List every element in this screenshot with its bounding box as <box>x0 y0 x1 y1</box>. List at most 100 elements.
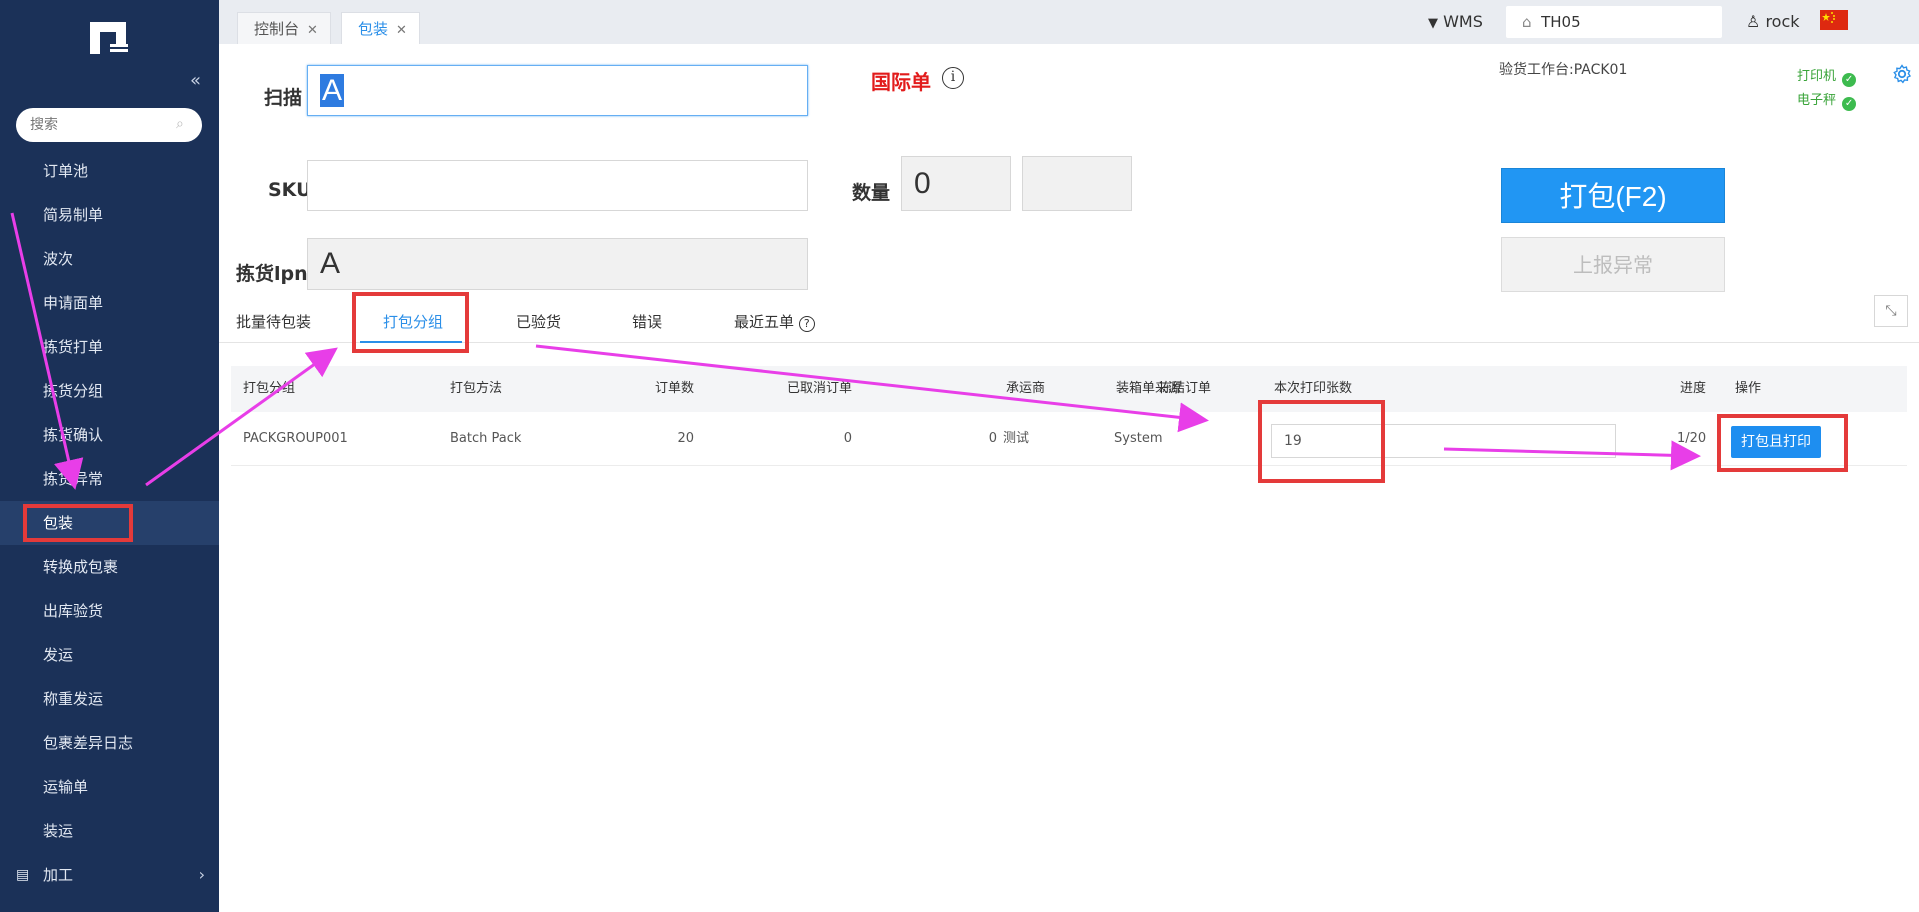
report-exception-button[interactable]: 上报异常 <box>1501 237 1725 292</box>
frozen-cell: 0 <box>988 431 997 446</box>
sidebar: « ⌕ 订单池 简易制单 波次 申请面单 拣货打单 拣货分组 拣货确认 拣货异常… <box>0 0 219 912</box>
sidebar-item-shipping[interactable]: 发运 <box>0 633 219 677</box>
system-name: WMS <box>1443 12 1483 31</box>
sidebar-item-pick-confirm[interactable]: 拣货确认 <box>0 413 219 457</box>
quantity-label: 数量 <box>852 182 891 204</box>
sidebar-item-label: 发运 <box>43 646 74 664</box>
sidebar-item-processing[interactable]: ▤ 加工 › <box>0 853 219 897</box>
tab-packing[interactable]: 包装 ✕ <box>341 12 420 44</box>
workstation-label: 验货工作台:PACK01 <box>1499 62 1628 78</box>
sku-input[interactable] <box>307 160 808 211</box>
sidebar-item-label: 订单池 <box>43 162 89 180</box>
sidebar-item-label: 拣货确认 <box>43 426 104 444</box>
pack-group-table: 打包分组 打包方法 订单数 已取消订单 冻结订单 承运商 装箱单来源 本次打印张… <box>231 366 1907 466</box>
gear-icon[interactable] <box>1892 64 1912 84</box>
tab-errors[interactable]: 错误 <box>632 311 662 332</box>
scan-input[interactable]: A <box>307 65 808 116</box>
quantity-input[interactable]: 0 <box>901 156 1011 211</box>
orders-cell: 20 <box>677 431 694 446</box>
close-icon[interactable]: ✕ <box>307 23 318 38</box>
warehouse-name: TH05 <box>1541 13 1581 31</box>
sidebar-item-label: 转换成包裹 <box>43 558 119 576</box>
tab-recent-five[interactable]: 最近五单 ? <box>734 311 815 332</box>
column-header: 已取消订单 <box>786 381 852 396</box>
system-switcher[interactable]: ▼ WMS <box>1428 0 1483 44</box>
check-icon: ✓ <box>1842 97 1857 111</box>
caret-down-icon: ▼ <box>1428 16 1438 31</box>
warehouse-selector[interactable]: ⌂ TH05 <box>1506 6 1722 38</box>
user-icon: ♙ <box>1746 12 1761 31</box>
scan-input-value: A <box>320 74 345 107</box>
pick-lpn-label: 拣货lpn <box>236 263 308 285</box>
tab-label: 最近五单 <box>734 313 795 331</box>
collapse-sidebar-icon[interactable]: « <box>190 70 201 91</box>
sidebar-item-wave[interactable]: 波次 <box>0 237 219 281</box>
sidebar-item-label: 运输单 <box>43 778 89 796</box>
sidebar-item-pick-exception[interactable]: 拣货异常 <box>0 457 219 501</box>
sidebar-item-request-label[interactable]: 申请面单 <box>0 281 219 325</box>
column-header: 操作 <box>1735 381 1762 396</box>
sidebar-item-transport-order[interactable]: 运输单 <box>0 765 219 809</box>
column-header: 打包方法 <box>450 381 503 396</box>
home-icon: ⌂ <box>1522 13 1532 31</box>
sidebar-item-pick-group[interactable]: 拣货分组 <box>0 369 219 413</box>
printer-label: 打印机 <box>1797 69 1837 84</box>
column-header: 打包分组 <box>243 381 296 396</box>
sidebar-item-label: 包裹差异日志 <box>43 734 134 752</box>
table-header: 打包分组 打包方法 订单数 已取消订单 冻结订单 承运商 装箱单来源 本次打印张… <box>231 366 1907 412</box>
help-icon[interactable]: ? <box>798 316 815 332</box>
close-icon[interactable]: ✕ <box>396 23 407 38</box>
user-menu[interactable]: ♙ rock <box>1746 0 1800 44</box>
sidebar-item-packing[interactable]: 包装 <box>0 501 219 545</box>
progress-cell: 1/20 <box>1677 431 1707 446</box>
tab-label: 包装 <box>358 20 389 38</box>
sub-tabs: 批量待包装 打包分组 已验货 错误 最近五单 ? <box>219 295 1919 343</box>
scale-label: 电子秤 <box>1797 93 1837 108</box>
collapse-panel-icon[interactable]: ⤡ <box>1874 295 1908 327</box>
sidebar-item-label: 拣货异常 <box>43 470 104 488</box>
user-name: rock <box>1765 12 1800 31</box>
sidebar-item-weigh-ship[interactable]: 称重发运 <box>0 677 219 721</box>
info-icon[interactable]: i <box>942 67 964 89</box>
column-header: 装箱单来源 <box>1116 381 1182 396</box>
sidebar-item-loading[interactable]: 装运 <box>0 809 219 853</box>
sidebar-item-label: 拣货分组 <box>43 382 104 400</box>
sidebar-item-label: 加工 <box>43 866 74 884</box>
sidebar-item-convert-package[interactable]: 转换成包裹 <box>0 545 219 589</box>
sidebar-item-order-pool[interactable]: 订单池 <box>0 149 219 193</box>
tab-checked[interactable]: 已验货 <box>516 311 561 332</box>
group-cell: PACKGROUP001 <box>243 431 348 446</box>
highlight-box <box>1258 400 1385 483</box>
sidebar-item-label: 出库验货 <box>43 602 104 620</box>
sidebar-item-label: 波次 <box>43 250 74 268</box>
pack-button[interactable]: 打包(F2) <box>1501 168 1725 223</box>
column-header: 订单数 <box>654 381 694 396</box>
check-icon: ✓ <box>1842 73 1857 87</box>
highlight-box <box>352 292 469 353</box>
china-flag-icon[interactable] <box>1820 10 1848 30</box>
order-type-label: 国际单 <box>871 70 931 94</box>
sidebar-search-input[interactable] <box>16 108 202 142</box>
app-logo-icon[interactable] <box>86 20 132 56</box>
quantity-extra-input[interactable] <box>1022 156 1132 211</box>
method-cell: Batch Pack <box>450 431 522 446</box>
tab-batch-pending[interactable]: 批量待包装 <box>236 311 311 332</box>
sidebar-menu: 订单池 简易制单 波次 申请面单 拣货打单 拣货分组 拣货确认 拣货异常 包装 … <box>0 149 219 897</box>
table-row[interactable]: PACKGROUP001 Batch Pack 20 0 0 测试 System… <box>231 412 1907 466</box>
tab-console[interactable]: 控制台 ✕ <box>237 12 331 44</box>
highlight-box <box>23 504 133 542</box>
column-header: 承运商 <box>1006 381 1046 396</box>
pick-lpn-value: A <box>320 247 341 280</box>
scale-status: 电子秤 ✓ <box>1797 89 1857 111</box>
document-icon: ▤ <box>16 867 30 883</box>
sidebar-item-package-diff-log[interactable]: 包裹差异日志 <box>0 721 219 765</box>
search-icon[interactable]: ⌕ <box>176 116 184 132</box>
sidebar-item-simple-order[interactable]: 简易制单 <box>0 193 219 237</box>
sidebar-item-outbound-check[interactable]: 出库验货 <box>0 589 219 633</box>
column-header: 进度 <box>1680 381 1707 396</box>
tab-label: 控制台 <box>254 20 300 38</box>
sidebar-item-label: 简易制单 <box>43 206 104 224</box>
cancelled-cell: 0 <box>843 431 852 446</box>
sidebar-item-pick-print[interactable]: 拣货打单 <box>0 325 219 369</box>
scan-label: 扫描 <box>264 87 303 109</box>
